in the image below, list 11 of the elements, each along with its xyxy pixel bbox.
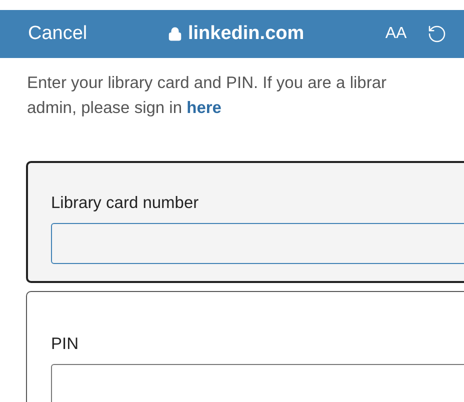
field-label: PIN <box>51 334 80 355</box>
text-size-button[interactable]: AA <box>379 22 413 46</box>
intro-paragraph: Enter your library card and PIN. If you are a librar admin, please sign in here <box>27 73 388 119</box>
address-text: linkedin.com <box>188 22 304 46</box>
input-field[interactable] <box>51 364 464 402</box>
field-label: Library card number <box>51 193 200 214</box>
admin-link[interactable]: here <box>186 99 222 117</box>
reload-icon[interactable] <box>427 24 447 44</box>
input-field[interactable] <box>51 222 464 264</box>
cancel-button[interactable]: Cancel <box>28 20 168 48</box>
lock-icon <box>168 26 182 42</box>
